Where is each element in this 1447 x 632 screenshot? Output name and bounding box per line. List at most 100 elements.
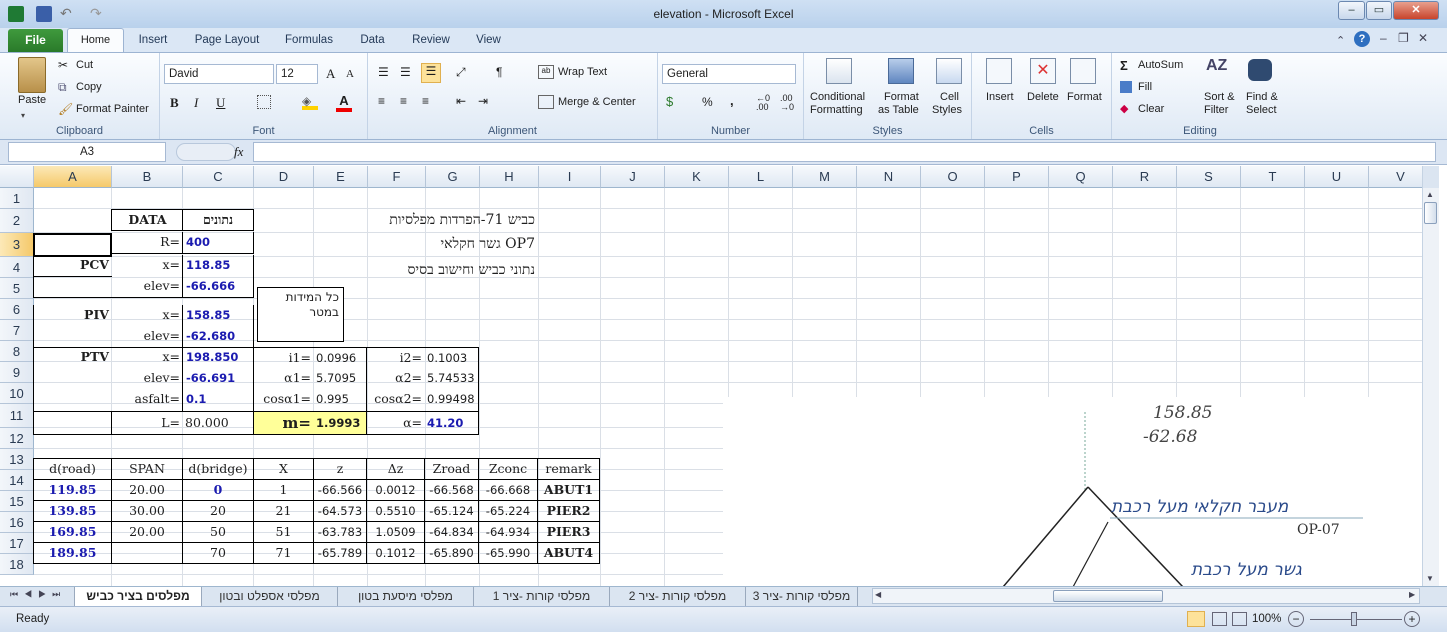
- cell-b7[interactable]: elev=: [111, 326, 183, 348]
- orientation-icon[interactable]: ⤢: [456, 65, 466, 80]
- table-cell[interactable]: 51: [253, 521, 314, 543]
- page-break-view-icon[interactable]: [1232, 612, 1247, 626]
- cell-f8[interactable]: i2=: [366, 347, 425, 369]
- table-cell[interactable]: 139.85: [33, 500, 112, 522]
- scroll-down-icon[interactable]: ▼: [1426, 574, 1434, 583]
- italic-button[interactable]: I: [194, 95, 198, 111]
- paste-button[interactable]: Paste: [18, 94, 46, 106]
- format-painter-button[interactable]: Format Painter: [76, 103, 149, 115]
- insert-button[interactable]: Insert: [986, 91, 1014, 103]
- table-cell[interactable]: 0.1012: [366, 542, 425, 564]
- table-cell[interactable]: ABUT1: [537, 479, 600, 501]
- cell-g11[interactable]: 41.20: [424, 411, 479, 435]
- workbook-close-icon[interactable]: ✕: [1418, 31, 1428, 45]
- column-header-k[interactable]: K: [665, 166, 729, 188]
- table-cell[interactable]: -65.789: [313, 542, 367, 564]
- table-cell[interactable]: -65.990: [478, 542, 538, 564]
- cell-g8[interactable]: 0.1003: [424, 347, 479, 369]
- cell-b5[interactable]: elev=: [111, 276, 183, 298]
- tab-page-layout[interactable]: Page Layout: [187, 28, 267, 52]
- row-header-11[interactable]: 11: [0, 404, 34, 428]
- row-header-15[interactable]: 15: [0, 491, 34, 512]
- table-cell[interactable]: 71: [253, 542, 314, 564]
- cell-b8[interactable]: x=: [111, 347, 183, 369]
- vertical-scroll-thumb[interactable]: [1424, 202, 1437, 224]
- accounting-format-icon[interactable]: $: [666, 94, 673, 109]
- cell-c11[interactable]: 80.000: [182, 411, 254, 435]
- cell-b6[interactable]: x=: [111, 305, 183, 327]
- column-header-i[interactable]: I: [539, 166, 601, 188]
- cell-b10[interactable]: asfalt=: [111, 389, 183, 411]
- name-box[interactable]: A3: [8, 142, 166, 162]
- cell-a9[interactable]: [33, 368, 112, 390]
- rtl-direction-icon[interactable]: ¶: [496, 65, 502, 79]
- tab-view[interactable]: View: [466, 28, 511, 52]
- tab-file[interactable]: File: [8, 29, 63, 52]
- table-cell[interactable]: 20: [182, 500, 254, 522]
- horizontal-scrollbar[interactable]: ◀ ▶: [872, 588, 1420, 604]
- increase-indent-icon[interactable]: ⇥: [478, 94, 488, 108]
- align-middle-icon[interactable]: ☰: [400, 65, 411, 79]
- split-box[interactable]: [1422, 166, 1439, 188]
- column-header-r[interactable]: R: [1113, 166, 1177, 188]
- select-all-corner[interactable]: [0, 166, 34, 188]
- sort-filter-label1[interactable]: Sort &: [1204, 91, 1235, 103]
- column-header-q[interactable]: Q: [1049, 166, 1113, 188]
- number-format-combo[interactable]: General: [662, 64, 796, 84]
- row-header-13[interactable]: 13: [0, 449, 34, 470]
- row-header-7[interactable]: 7: [0, 320, 34, 341]
- tab-home[interactable]: Home: [67, 28, 124, 53]
- table-cell[interactable]: -64.834: [424, 521, 479, 543]
- column-header-c[interactable]: C: [183, 166, 254, 188]
- column-header-a[interactable]: A: [34, 166, 112, 188]
- table-cell[interactable]: -66.568: [424, 479, 479, 501]
- table-cell[interactable]: 50: [182, 521, 254, 543]
- cell-a10[interactable]: [33, 389, 112, 411]
- delete-button[interactable]: Delete: [1027, 91, 1059, 103]
- paste-icon[interactable]: [18, 57, 46, 93]
- grow-font-icon[interactable]: A: [326, 66, 335, 82]
- wrap-text-button[interactable]: Wrap Text: [558, 66, 607, 78]
- title-line-1[interactable]: כביש 71-הפרדות מפלסיות: [300, 210, 538, 231]
- title-line-2[interactable]: גשר חקלאי OP7: [300, 234, 538, 255]
- row-header-16[interactable]: 16: [0, 512, 34, 533]
- cell-a3-selected[interactable]: [33, 233, 112, 257]
- cell-f9[interactable]: α2=: [366, 368, 425, 390]
- tab-formulas[interactable]: Formulas: [277, 28, 341, 52]
- cell-c4[interactable]: 118.85: [182, 255, 254, 277]
- table-cell[interactable]: PIER2: [537, 500, 600, 522]
- cell-c6[interactable]: 158.85: [182, 305, 254, 327]
- normal-view-icon[interactable]: [1187, 611, 1205, 627]
- table-cell[interactable]: -64.934: [478, 521, 538, 543]
- sheet-tab-6[interactable]: מפלסי קורות -ציר 3: [746, 587, 858, 606]
- cell-a11[interactable]: [33, 411, 112, 435]
- close-button[interactable]: ✕: [1393, 1, 1439, 20]
- cell-e10[interactable]: 0.995: [313, 389, 367, 411]
- cut-button[interactable]: Cut: [76, 59, 93, 71]
- percent-style-button[interactable]: %: [702, 95, 713, 109]
- cell-e11[interactable]: 1.9993: [313, 411, 367, 435]
- cell-a8[interactable]: PTV: [33, 347, 112, 369]
- find-select-label2[interactable]: Select: [1246, 104, 1277, 116]
- table-header-cell[interactable]: Zroad: [424, 458, 479, 480]
- table-cell[interactable]: 1: [253, 479, 314, 501]
- scroll-left-icon[interactable]: ◀: [875, 590, 881, 599]
- bridge-drawing-image[interactable]: 158.85 -62.68 מעבר חקלאי מעל רכבת OP-07 …: [723, 397, 1422, 586]
- cell-g10[interactable]: 0.99498: [424, 389, 479, 411]
- column-header-s[interactable]: S: [1177, 166, 1241, 188]
- column-header-f[interactable]: F: [368, 166, 426, 188]
- increase-decimal-icon[interactable]: ←0.00: [756, 94, 770, 112]
- cell-styles-label1[interactable]: Cell: [940, 91, 959, 103]
- title-line-3[interactable]: נתוני כביש וחישוב בסיס: [300, 260, 538, 281]
- table-header-cell[interactable]: d(road): [33, 458, 112, 480]
- table-cell[interactable]: PIER3: [537, 521, 600, 543]
- zoom-in-icon[interactable]: +: [1404, 611, 1420, 627]
- workbook-restore-icon[interactable]: ❐: [1398, 31, 1409, 45]
- clear-button[interactable]: Clear: [1138, 103, 1164, 115]
- table-header-cell[interactable]: d(bridge): [182, 458, 254, 480]
- scroll-right-icon[interactable]: ▶: [1409, 590, 1415, 599]
- decrease-decimal-icon[interactable]: .00 →0: [780, 94, 794, 112]
- cell-d11[interactable]: m=: [253, 411, 314, 435]
- cell-f10[interactable]: cosα2=: [366, 389, 425, 411]
- format-as-table-label1[interactable]: Format: [884, 91, 919, 103]
